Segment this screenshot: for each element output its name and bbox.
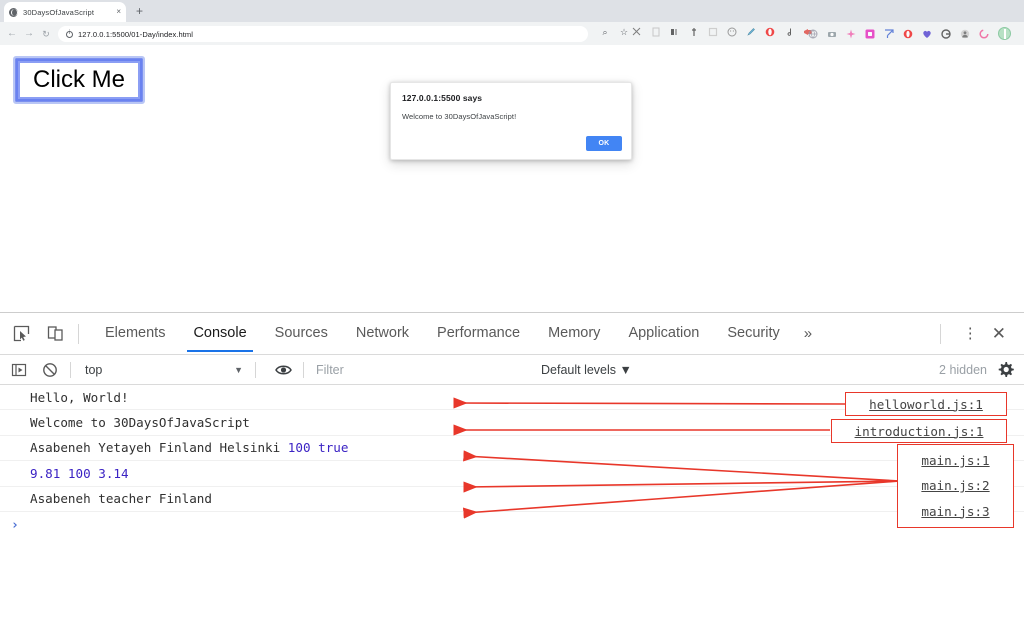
extension-paragraph-icon[interactable] [670, 27, 680, 37]
globe-icon [9, 7, 18, 17]
console-prompt-row[interactable]: › [0, 512, 1024, 540]
extension-row-left [632, 27, 813, 37]
execution-context-select[interactable]: top ▼ [79, 363, 247, 377]
close-icon[interactable]: × [116, 8, 121, 16]
new-tab-button[interactable]: + [136, 5, 143, 17]
extension-opera-icon[interactable] [765, 27, 775, 37]
clear-console-icon[interactable] [38, 358, 62, 382]
info-circle-icon[interactable] [66, 30, 73, 38]
toolbar-divider-2 [939, 323, 941, 344]
console-message-text: Asabeneh Yetayeh Finland Helsinki [30, 440, 288, 456]
extension-person-icon[interactable] [960, 29, 970, 39]
gear-icon[interactable] [997, 361, 1014, 378]
console-toolbar-right: 2 hidden [939, 361, 1024, 378]
execution-context-label: top [85, 362, 103, 377]
console-message-text: Welcome to 30DaysOfJavaScript [30, 415, 250, 431]
close-devtools-icon[interactable]: ✕ [986, 324, 1012, 344]
devtools-panel: Elements Console Sources Network Perform… [0, 312, 1024, 641]
tab-memory[interactable]: Memory [534, 315, 614, 352]
extension-pink-square-icon[interactable] [865, 29, 875, 39]
live-expression-eye-icon[interactable] [271, 358, 295, 382]
devtools-menu-icon[interactable]: ⋮ [955, 326, 986, 341]
chevron-down-icon: ▼ [234, 364, 243, 375]
extension-arrow-icon[interactable] [884, 28, 894, 39]
back-icon[interactable]: ← [5, 27, 19, 41]
extension-ring-icon[interactable] [979, 28, 989, 39]
avatar[interactable] [998, 27, 1011, 40]
extension-globe-icon[interactable] [808, 29, 818, 39]
browser-chrome: 30DaysOfJavaScript × + ← → ↻ 127.0.0.1:5… [0, 0, 1024, 45]
extension-row-right: ⋮ [808, 27, 1024, 40]
tab-strip: 30DaysOfJavaScript × + [0, 0, 1024, 22]
devtools-tabbar-actions: ⋮ ✕ [926, 323, 1024, 344]
log-levels-select[interactable]: Default levels ▼ [541, 363, 632, 377]
tab-application[interactable]: Application [614, 315, 713, 352]
console-row[interactable]: Hello, World! [0, 385, 1024, 411]
browser-toolbar: ← → ↻ 127.0.0.1:5500/01-Day/index.html ⌕… [0, 22, 1024, 45]
toolbar-divider [78, 323, 79, 344]
alert-message: Welcome to 30DaysOfJavaScript! [402, 112, 517, 121]
tab-elements[interactable]: Elements [91, 315, 179, 352]
extension-scissors-icon[interactable] [632, 27, 642, 37]
tab-sources[interactable]: Sources [261, 315, 342, 352]
console-toolbar: top ▼ Default levels ▼ 2 hidden [0, 355, 1024, 385]
bookmark-star-icon[interactable]: ☆ [619, 27, 629, 37]
tab-console[interactable]: Console [179, 315, 260, 352]
console-toolbar-divider [70, 361, 71, 378]
zoom-icon[interactable]: ⌕ [600, 27, 610, 37]
tab-network[interactable]: Network [342, 315, 423, 352]
extension-note-icon[interactable] [651, 27, 661, 37]
more-tabs-icon[interactable]: » [794, 325, 822, 342]
filter-input[interactable] [312, 360, 527, 379]
console-message-text: Asabeneh teacher Finland [30, 491, 212, 507]
address-bar[interactable]: 127.0.0.1:5500/01-Day/index.html [58, 26, 588, 42]
console-toolbar-divider-2 [255, 361, 256, 378]
javascript-alert-dialog: 127.0.0.1:5500 says Welcome to 30DaysOfJ… [390, 82, 632, 160]
page-viewport: Click Me 127.0.0.1:5500 says Welcome to … [0, 45, 1024, 312]
devtools-tabbar: Elements Console Sources Network Perform… [0, 313, 1024, 355]
reload-icon[interactable]: ↻ [39, 27, 53, 41]
url-text: 127.0.0.1:5500/01-Day/index.html [78, 29, 193, 39]
console-row[interactable]: 9.81 100 3.14 [0, 461, 1024, 487]
console-message-text: Hello, World! [30, 389, 129, 405]
console-row[interactable]: Asabeneh Yetayeh Finland Helsinki 100 tr… [0, 436, 1024, 462]
inspect-element-icon[interactable] [8, 321, 34, 347]
console-sidebar-icon[interactable] [7, 358, 31, 382]
extension-grammarly-icon[interactable] [941, 28, 951, 39]
extension-square-icon[interactable] [708, 27, 718, 37]
extension-opera-red-icon[interactable] [903, 29, 913, 39]
extension-face-icon[interactable] [727, 27, 737, 37]
extension-heart-icon[interactable] [922, 29, 932, 39]
extension-sparkle-icon[interactable] [846, 29, 856, 39]
tab-title: 30DaysOfJavaScript [23, 7, 95, 17]
console-row[interactable]: Asabeneh teacher Finland [0, 487, 1024, 512]
omnibox-actions: ⌕ ☆ [600, 27, 629, 37]
extension-camera-icon[interactable] [827, 29, 837, 39]
console-message-number: 100 true [287, 440, 349, 456]
browser-menu-icon[interactable]: ⋮ [1020, 28, 1024, 39]
extension-pin-icon[interactable] [689, 27, 699, 37]
alert-ok-button[interactable]: OK [586, 136, 622, 151]
alert-title: 127.0.0.1:5500 says [402, 93, 483, 103]
tab-performance[interactable]: Performance [423, 315, 534, 352]
extension-pen-icon[interactable] [746, 27, 756, 37]
browser-tab[interactable]: 30DaysOfJavaScript × [4, 2, 126, 22]
forward-icon[interactable]: → [22, 27, 36, 41]
click-me-button[interactable]: Click Me [13, 56, 146, 105]
device-toolbar-icon[interactable] [42, 321, 68, 347]
tab-security[interactable]: Security [713, 315, 793, 352]
console-prompt-caret-icon: › [11, 518, 19, 534]
hidden-messages-count: 2 hidden [939, 362, 987, 377]
console-message-number: 9.81 100 3.14 [30, 465, 129, 481]
console-row[interactable]: Welcome to 30DaysOfJavaScript [0, 410, 1024, 436]
console-message-list: Hello, World! Welcome to 30DaysOfJavaScr… [0, 385, 1024, 642]
extension-music-icon[interactable] [784, 27, 794, 37]
console-toolbar-divider-3 [303, 361, 304, 378]
